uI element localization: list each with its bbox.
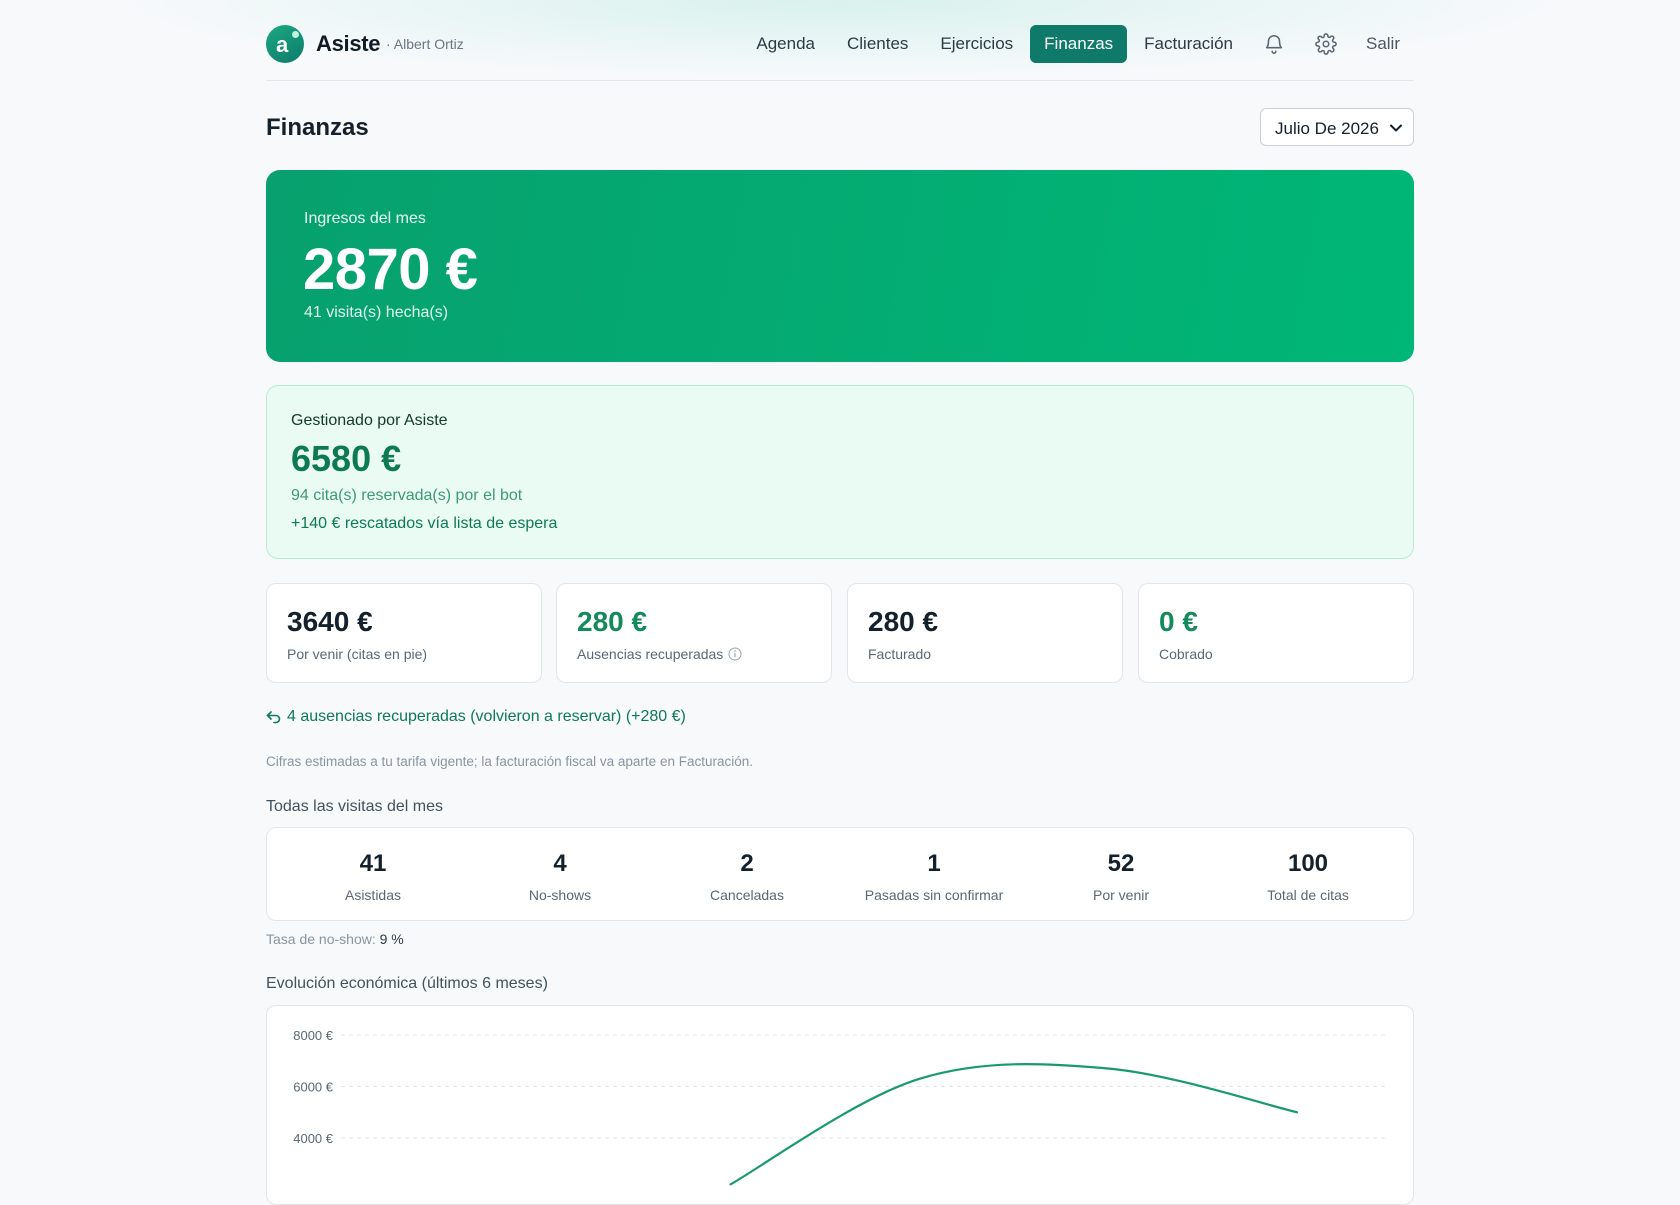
chart-series-line: [729, 1063, 1299, 1186]
stat-label-text: Por venir (citas en pie): [287, 646, 428, 662]
brand-name: Asiste: [316, 31, 381, 56]
settings-button[interactable]: [1300, 25, 1352, 63]
estimate-note: Cifras estimadas a tu tarifa vigente; la…: [266, 754, 753, 769]
user-name: · Albert Ortiz: [386, 36, 464, 52]
stat-value: 3640 €: [287, 606, 373, 637]
managed-label: Gestionado por Asiste: [291, 412, 448, 429]
visit-label: Total de citas: [1267, 887, 1349, 903]
stat-card-upcoming: 3640 € Por venir (citas en pie): [266, 583, 542, 683]
logo-letter: a: [276, 32, 289, 57]
stat-card-collected: 0 € Cobrado: [1138, 583, 1414, 683]
visit-label: Pasadas sin confirmar: [864, 887, 1004, 903]
visit-value: 4: [553, 850, 567, 877]
stat-label-text: Ausencias recuperadas: [577, 646, 724, 662]
visit-stat-upcoming: 52 Por venir: [1026, 850, 1216, 903]
stat-label: Facturado: [868, 646, 931, 662]
chevron-down-icon: [1390, 124, 1402, 132]
nav-ejercicios[interactable]: Ejercicios: [925, 25, 1028, 63]
visit-stat-unconfirmed: 1 Pasadas sin confirmar: [839, 850, 1029, 903]
nav-finanzas[interactable]: Finanzas: [1030, 25, 1128, 63]
income-label: Ingresos del mes: [304, 210, 426, 227]
visit-stat-noshows: 4 No-shows: [465, 850, 655, 903]
month-select[interactable]: Julio De 2026: [1260, 108, 1414, 146]
income-hero-card: Ingresos del mes 2870 € 41 visita(s) hec…: [266, 170, 1414, 362]
logo-dot: [292, 31, 299, 38]
top-bar: a Asiste · Albert Ortiz Agenda Clientes …: [266, 0, 1414, 81]
stat-value: 0 €: [1159, 606, 1198, 637]
stat-card-recovered: 280 € Ausencias recuperadas: [556, 583, 832, 683]
economic-chart-card: 8000 € 6000 € 4000 €: [266, 1005, 1414, 1205]
main-nav: Agenda Clientes Ejercicios Finanzas Fact…: [739, 25, 1414, 63]
noshow-rate: Tasa de no-show: 9 %: [266, 931, 404, 947]
visit-value: 1: [927, 850, 941, 877]
chart-section-title: Evolución económica (últimos 6 meses): [266, 975, 548, 992]
stat-value: 280 €: [868, 606, 939, 637]
visit-value: 41: [359, 850, 387, 877]
bell-icon: [1265, 35, 1283, 54]
income-value: 2870 €: [303, 237, 478, 302]
page-title: Finanzas: [266, 114, 369, 141]
nav-clientes[interactable]: Clientes: [832, 25, 923, 63]
logout-button[interactable]: Salir: [1352, 25, 1414, 63]
visit-label: Canceladas: [710, 887, 784, 903]
managed-bookings: 94 cita(s) reservada(s) por el bot: [291, 487, 523, 504]
visit-label: Asistidas: [344, 887, 402, 903]
recovered-absences-line: 4 ausencias recuperadas (volvieron a res…: [266, 708, 686, 726]
return-arrow-icon: [266, 710, 281, 723]
managed-value: 6580 €: [291, 438, 402, 479]
managed-card: Gestionado por Asiste 6580 € 94 cita(s) …: [266, 385, 1414, 559]
stat-label-text: Facturado: [868, 646, 932, 662]
visits-card: 41 Asistidas 4 No-shows 2 Canceladas 1 P…: [266, 827, 1414, 921]
nav-agenda[interactable]: Agenda: [741, 25, 830, 63]
managed-rescued: +140 € rescatados vía lista de espera: [291, 515, 558, 532]
visit-label: No-shows: [528, 887, 592, 903]
recovered-absences-text: 4 ausencias recuperadas (volvieron a res…: [287, 708, 686, 725]
stat-label: Ausencias recuperadas: [577, 646, 742, 662]
chart-y-tick-label: 4000 €: [293, 1131, 334, 1146]
visit-stat-attended: 41 Asistidas: [278, 850, 468, 903]
income-visits: 41 visita(s) hecha(s): [304, 304, 449, 321]
economic-chart: 8000 € 6000 € 4000 €: [293, 1028, 1385, 1186]
gear-icon: [1315, 33, 1337, 55]
stat-label: Cobrado: [1159, 646, 1213, 662]
visit-value: 2: [740, 850, 754, 877]
notifications-button[interactable]: [1248, 25, 1300, 63]
stat-value: 280 €: [577, 606, 648, 637]
stat-label: Por venir (citas en pie): [287, 646, 427, 662]
visit-value: 52: [1107, 850, 1135, 877]
chart-y-tick-label: 8000 €: [293, 1028, 334, 1043]
month-select-value: Julio De 2026: [1275, 119, 1379, 138]
visit-label: Por venir: [1092, 887, 1150, 903]
visit-stat-total: 100 Total de citas: [1213, 850, 1403, 903]
noshow-rate-label: Tasa de no-show:: [266, 931, 376, 947]
noshow-rate-value: 9 %: [379, 931, 404, 947]
nav-facturacion[interactable]: Facturación: [1129, 25, 1248, 63]
visit-value: 100: [1287, 850, 1329, 877]
info-icon[interactable]: [728, 647, 742, 661]
app-logo[interactable]: a: [266, 25, 304, 63]
visits-section-title: Todas las visitas del mes: [266, 798, 443, 815]
chart-y-tick-label: 6000 €: [293, 1080, 334, 1095]
stat-card-invoiced: 280 € Facturado: [847, 583, 1123, 683]
visit-stat-cancelled: 2 Canceladas: [652, 850, 842, 903]
stat-label-text: Cobrado: [1159, 646, 1213, 662]
